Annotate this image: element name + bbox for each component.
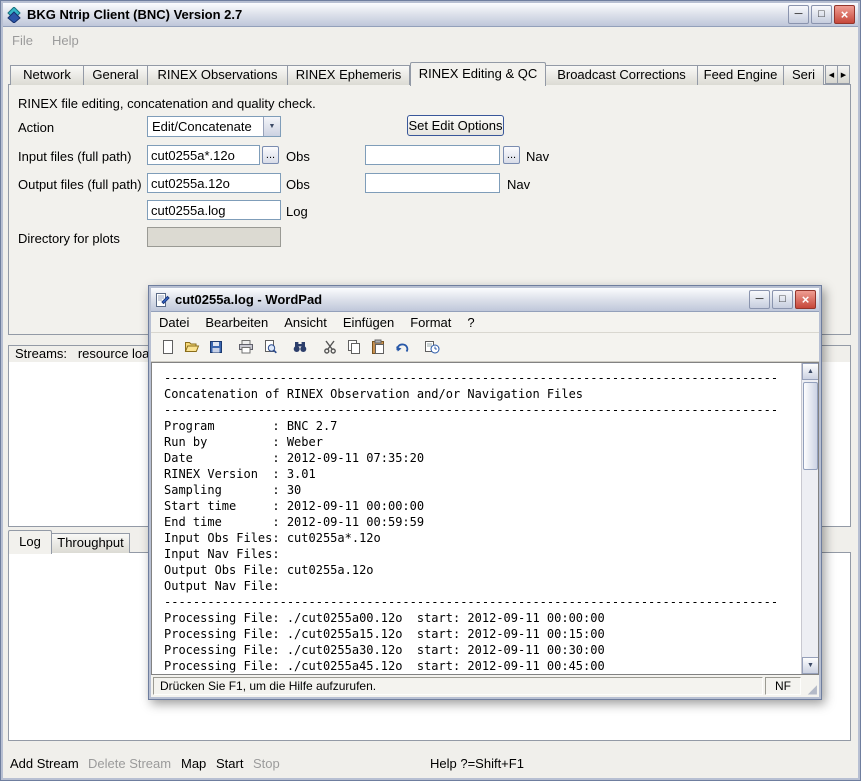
- action-combobox[interactable]: Edit/Concatenate ▼: [147, 116, 281, 137]
- output-nav-field[interactable]: [365, 173, 500, 193]
- tab-feed-engine[interactable]: Feed Engine: [698, 65, 784, 85]
- tab-broadcast-corrections[interactable]: Broadcast Corrections: [546, 65, 698, 85]
- input-obs-field[interactable]: [147, 145, 260, 165]
- input-nav-field[interactable]: [365, 145, 500, 165]
- status-nf-indicator: NF: [765, 677, 801, 695]
- input-files-label: Input files (full path): [18, 149, 131, 164]
- tab-general[interactable]: General: [84, 65, 148, 85]
- menu-format[interactable]: Format: [402, 315, 459, 330]
- printer-icon: [238, 339, 254, 355]
- tab-scroller: ◀ ▶: [826, 65, 850, 84]
- wordpad-toolbar: [151, 333, 819, 362]
- action-label: Action: [18, 120, 54, 135]
- print-button[interactable]: [234, 335, 258, 359]
- date-time-icon: [424, 339, 440, 355]
- output-obs-suffix-label: Obs: [286, 177, 310, 192]
- browse-input-nav-button[interactable]: ...: [503, 146, 520, 164]
- menu-file[interactable]: File: [12, 33, 33, 48]
- bottom-tab-bar: Log Throughput: [8, 531, 130, 553]
- plots-directory-field: [147, 227, 281, 247]
- save-button[interactable]: [204, 335, 228, 359]
- scroll-down-icon[interactable]: ▼: [802, 657, 819, 674]
- set-edit-options-button[interactable]: Set Edit Options: [407, 115, 504, 136]
- close-icon[interactable]: ×: [834, 5, 855, 24]
- undo-arrow-icon: [394, 339, 410, 355]
- plots-directory-label: Directory for plots: [18, 231, 120, 246]
- wordpad-maximize-icon[interactable]: □: [772, 290, 793, 309]
- log-file-field[interactable]: [147, 200, 281, 220]
- wordpad-statusbar: Drücken Sie F1, um die Hilfe aufzurufen.…: [151, 675, 819, 697]
- minimize-icon[interactable]: ─: [788, 5, 809, 24]
- paste-button[interactable]: [366, 335, 390, 359]
- new-document-button[interactable]: [156, 335, 180, 359]
- wordpad-document-area[interactable]: ----------------------------------------…: [151, 362, 819, 675]
- wordpad-document-text[interactable]: ----------------------------------------…: [152, 363, 818, 674]
- binoculars-icon: [292, 339, 308, 355]
- menu-datei[interactable]: Datei: [151, 315, 197, 330]
- vertical-scrollbar[interactable]: ▲ ▼: [801, 363, 818, 674]
- menu-ansicht[interactable]: Ansicht: [276, 315, 335, 330]
- print-preview-icon: [262, 339, 278, 355]
- tab-serial-clipped[interactable]: Seri: [784, 65, 824, 85]
- tab-rinex-editing-qc[interactable]: RINEX Editing & QC: [410, 62, 546, 86]
- print-preview-button[interactable]: [258, 335, 282, 359]
- tab-log[interactable]: Log: [8, 530, 52, 554]
- bnc-app-icon: [6, 7, 22, 23]
- tab-throughput[interactable]: Throughput: [52, 533, 130, 553]
- wordpad-close-icon[interactable]: ×: [795, 290, 816, 309]
- save-floppy-icon: [208, 339, 224, 355]
- start-button[interactable]: Start: [216, 756, 243, 771]
- map-button[interactable]: Map: [181, 756, 206, 771]
- find-button[interactable]: [288, 335, 312, 359]
- paste-clipboard-icon: [370, 339, 386, 355]
- scroll-up-icon[interactable]: ▲: [802, 363, 819, 380]
- action-combobox-value: Edit/Concatenate: [148, 119, 263, 134]
- new-document-icon: [160, 339, 176, 355]
- wordpad-app-icon: [154, 292, 170, 308]
- wordpad-titlebar[interactable]: cut0255a.log - WordPad ─ □ ×: [151, 288, 819, 312]
- tab-network[interactable]: Network: [10, 65, 84, 85]
- status-hint: Drücken Sie F1, um die Hilfe aufzurufen.: [153, 677, 763, 695]
- input-obs-suffix-label: Obs: [286, 149, 310, 164]
- copy-button[interactable]: [342, 335, 366, 359]
- menu-bearbeiten[interactable]: Bearbeiten: [197, 315, 276, 330]
- copy-icon: [346, 339, 362, 355]
- stop-button[interactable]: Stop: [253, 756, 280, 771]
- output-nav-suffix-label: Nav: [507, 177, 530, 192]
- tab-rinex-ephemeris[interactable]: RINEX Ephemeris: [288, 65, 410, 85]
- output-files-label: Output files (full path): [18, 177, 142, 192]
- menu-help[interactable]: Help: [52, 33, 79, 48]
- scissors-icon: [322, 339, 338, 355]
- open-button[interactable]: [180, 335, 204, 359]
- cut-button[interactable]: [318, 335, 342, 359]
- input-nav-suffix-label: Nav: [526, 149, 549, 164]
- wordpad-window-title: cut0255a.log - WordPad: [175, 292, 322, 307]
- tab-scroll-right-icon[interactable]: ▶: [837, 65, 850, 84]
- log-suffix-label: Log: [286, 204, 308, 219]
- undo-button[interactable]: [390, 335, 414, 359]
- resize-grip-icon[interactable]: ◢: [803, 677, 817, 695]
- bnc-window-title: BKG Ntrip Client (BNC) Version 2.7: [27, 7, 242, 22]
- tab-rinex-observations[interactable]: RINEX Observations: [148, 65, 288, 85]
- wordpad-minimize-icon[interactable]: ─: [749, 290, 770, 309]
- help-shortcut-label: Help ?=Shift+F1: [430, 756, 524, 771]
- wordpad-window: cut0255a.log - WordPad ─ □ × Datei Bearb…: [148, 285, 822, 700]
- add-stream-button[interactable]: Add Stream: [10, 756, 79, 771]
- bnc-window: BKG Ntrip Client (BNC) Version 2.7 ─ □ ×…: [0, 0, 861, 781]
- wordpad-menubar: Datei Bearbeiten Ansicht Einfügen Format…: [151, 312, 819, 333]
- open-folder-icon: [184, 339, 200, 355]
- menu-hilfe[interactable]: ?: [459, 315, 482, 330]
- main-tab-bar: Network General RINEX Observations RINEX…: [10, 61, 824, 85]
- menu-einfuegen[interactable]: Einfügen: [335, 315, 402, 330]
- maximize-icon[interactable]: □: [811, 5, 832, 24]
- delete-stream-button[interactable]: Delete Stream: [88, 756, 171, 771]
- date-time-button[interactable]: [420, 335, 444, 359]
- pane-description: RINEX file editing, concatenation and qu…: [18, 96, 316, 111]
- output-obs-field[interactable]: [147, 173, 281, 193]
- bnc-titlebar[interactable]: BKG Ntrip Client (BNC) Version 2.7 ─ □ ×: [3, 3, 858, 27]
- browse-input-obs-button[interactable]: ...: [262, 146, 279, 164]
- scrollbar-thumb[interactable]: [803, 382, 818, 470]
- chevron-down-icon[interactable]: ▼: [263, 117, 280, 136]
